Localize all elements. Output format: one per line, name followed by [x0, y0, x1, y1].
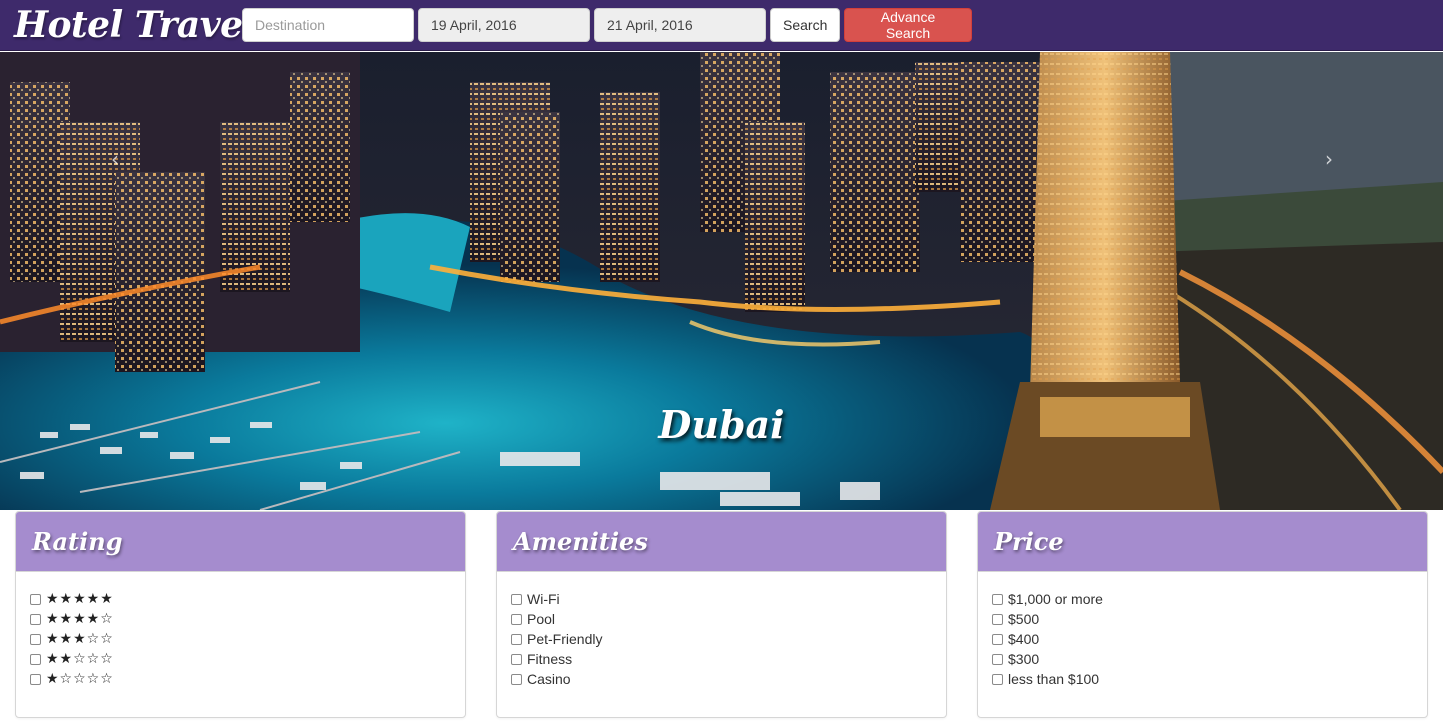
price-panel-title: Price	[994, 527, 1064, 556]
rating-panel-title: Rating	[32, 527, 123, 556]
wifi-label: Wi-Fi	[527, 591, 560, 607]
rating-option-2[interactable]: ★★☆☆☆	[30, 649, 465, 669]
fitness-checkbox[interactable]	[511, 653, 522, 665]
price-1000-checkbox[interactable]	[992, 593, 1003, 605]
pool-checkbox[interactable]	[511, 613, 522, 625]
price-under-100-checkbox[interactable]	[992, 673, 1003, 685]
hero-carousel: ‹ › Dubai	[0, 52, 1443, 510]
price-options: $1,000 or more $500 $400 $300 less than …	[978, 572, 1427, 689]
price-option-under-100[interactable]: less than $100	[992, 669, 1427, 689]
rating-option-3[interactable]: ★★★☆☆	[30, 629, 465, 649]
search-button[interactable]: Search	[770, 8, 840, 42]
amenity-option-pet-friendly[interactable]: Pet-Friendly	[511, 629, 946, 649]
price-option-400[interactable]: $400	[992, 629, 1427, 649]
casino-label: Casino	[527, 671, 571, 687]
amenities-panel-title: Amenities	[513, 527, 648, 556]
rating-2-stars: ★★☆☆☆	[46, 651, 114, 667]
price-300-label: $300	[1008, 651, 1040, 667]
rating-panel-header: Rating	[16, 512, 465, 572]
rating-3-stars: ★★★☆☆	[46, 631, 114, 647]
wifi-checkbox[interactable]	[511, 593, 522, 605]
rating-4-checkbox[interactable]	[30, 613, 41, 625]
checkin-date-input[interactable]	[418, 8, 590, 42]
rating-filter-panel: Rating ★★★★★ ★★★★☆ ★★★☆☆ ★★☆☆☆ ★☆☆☆☆	[15, 511, 466, 718]
pet-friendly-checkbox[interactable]	[511, 633, 522, 645]
amenities-options: Wi-Fi Pool Pet-Friendly Fitness Casino	[497, 572, 946, 689]
rating-2-checkbox[interactable]	[30, 653, 41, 665]
price-panel-header: Price	[978, 512, 1427, 572]
price-500-label: $500	[1008, 611, 1040, 627]
rating-1-checkbox[interactable]	[30, 673, 41, 685]
rating-options: ★★★★★ ★★★★☆ ★★★☆☆ ★★☆☆☆ ★☆☆☆☆	[16, 572, 465, 689]
price-400-label: $400	[1008, 631, 1040, 647]
chevron-right-icon[interactable]: ›	[1314, 144, 1344, 174]
casino-checkbox[interactable]	[511, 673, 522, 685]
fitness-label: Fitness	[527, 651, 573, 667]
rating-1-stars: ★☆☆☆☆	[46, 671, 114, 687]
price-option-300[interactable]: $300	[992, 649, 1427, 669]
checkout-date-input[interactable]	[594, 8, 766, 42]
rating-3-checkbox[interactable]	[30, 633, 41, 645]
price-300-checkbox[interactable]	[992, 653, 1003, 665]
amenity-option-fitness[interactable]: Fitness	[511, 649, 946, 669]
price-1000-label: $1,000 or more	[1008, 591, 1103, 607]
rating-option-4[interactable]: ★★★★☆	[30, 609, 465, 629]
rating-option-5[interactable]: ★★★★★	[30, 589, 465, 609]
amenity-option-wifi[interactable]: Wi-Fi	[511, 589, 946, 609]
rating-4-stars: ★★★★☆	[46, 611, 114, 627]
amenities-panel-header: Amenities	[497, 512, 946, 572]
price-500-checkbox[interactable]	[992, 613, 1003, 625]
price-option-500[interactable]: $500	[992, 609, 1427, 629]
brand-logo[interactable]: Hotel Travel	[14, 2, 256, 48]
pool-label: Pool	[527, 611, 556, 627]
destination-input[interactable]	[242, 8, 414, 42]
pet-friendly-label: Pet-Friendly	[527, 631, 603, 647]
top-navbar: Hotel Travel Search Advance Search	[0, 0, 1443, 51]
chevron-left-icon[interactable]: ‹	[100, 144, 130, 174]
advance-search-button[interactable]: Advance Search	[844, 8, 972, 42]
price-filter-panel: Price $1,000 or more $500 $400 $300 less…	[977, 511, 1428, 718]
amenity-option-pool[interactable]: Pool	[511, 609, 946, 629]
amenity-option-casino[interactable]: Casino	[511, 669, 946, 689]
price-option-1000-plus[interactable]: $1,000 or more	[992, 589, 1427, 609]
price-under-100-label: less than $100	[1008, 671, 1100, 687]
hero-caption: Dubai	[658, 402, 785, 447]
rating-5-checkbox[interactable]	[30, 593, 41, 605]
amenities-filter-panel: Amenities Wi-Fi Pool Pet-Friendly Fitnes…	[496, 511, 947, 718]
rating-option-1[interactable]: ★☆☆☆☆	[30, 669, 465, 689]
rating-5-stars: ★★★★★	[46, 591, 114, 607]
price-400-checkbox[interactable]	[992, 633, 1003, 645]
